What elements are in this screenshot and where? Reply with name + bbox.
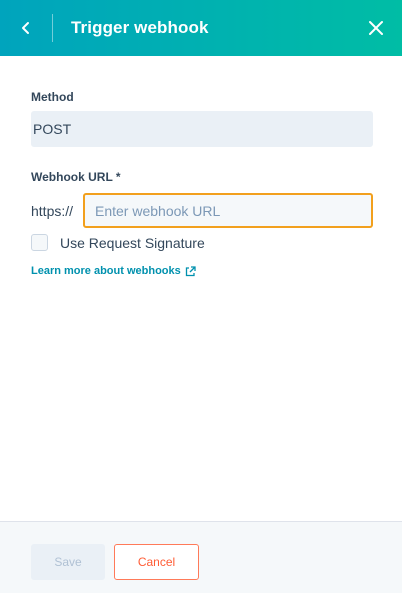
- request-signature-label: Use Request Signature: [60, 234, 205, 251]
- panel-title: Trigger webhook: [71, 18, 209, 37]
- external-link-icon: [185, 265, 196, 277]
- method-value: POST: [33, 121, 72, 137]
- method-label: Method: [31, 90, 74, 104]
- webhook-form: Method POST Webhook URL * https:// Use R…: [31, 90, 374, 277]
- learn-more-link[interactable]: Learn more about webhooks: [31, 265, 374, 277]
- close-icon: [369, 21, 383, 35]
- chevron-left-icon: [22, 22, 29, 34]
- learn-more-label: Learn more about webhooks: [31, 265, 181, 277]
- request-signature-checkbox[interactable]: [31, 234, 48, 251]
- request-signature-option[interactable]: Use Request Signature: [31, 234, 374, 251]
- webhook-url-input[interactable]: [83, 193, 373, 228]
- webhook-url-row: https://: [31, 193, 374, 228]
- url-prefix: https://: [31, 202, 74, 219]
- panel-footer: Save Cancel: [0, 521, 402, 593]
- panel-header: Trigger webhook: [0, 0, 402, 56]
- close-button[interactable]: [360, 12, 392, 44]
- webhook-url-label: Webhook URL *: [31, 170, 121, 184]
- method-field: POST: [31, 111, 373, 147]
- header-divider: [52, 14, 53, 42]
- save-button[interactable]: Save: [31, 544, 105, 580]
- back-button[interactable]: [0, 0, 52, 56]
- cancel-button[interactable]: Cancel: [114, 544, 199, 580]
